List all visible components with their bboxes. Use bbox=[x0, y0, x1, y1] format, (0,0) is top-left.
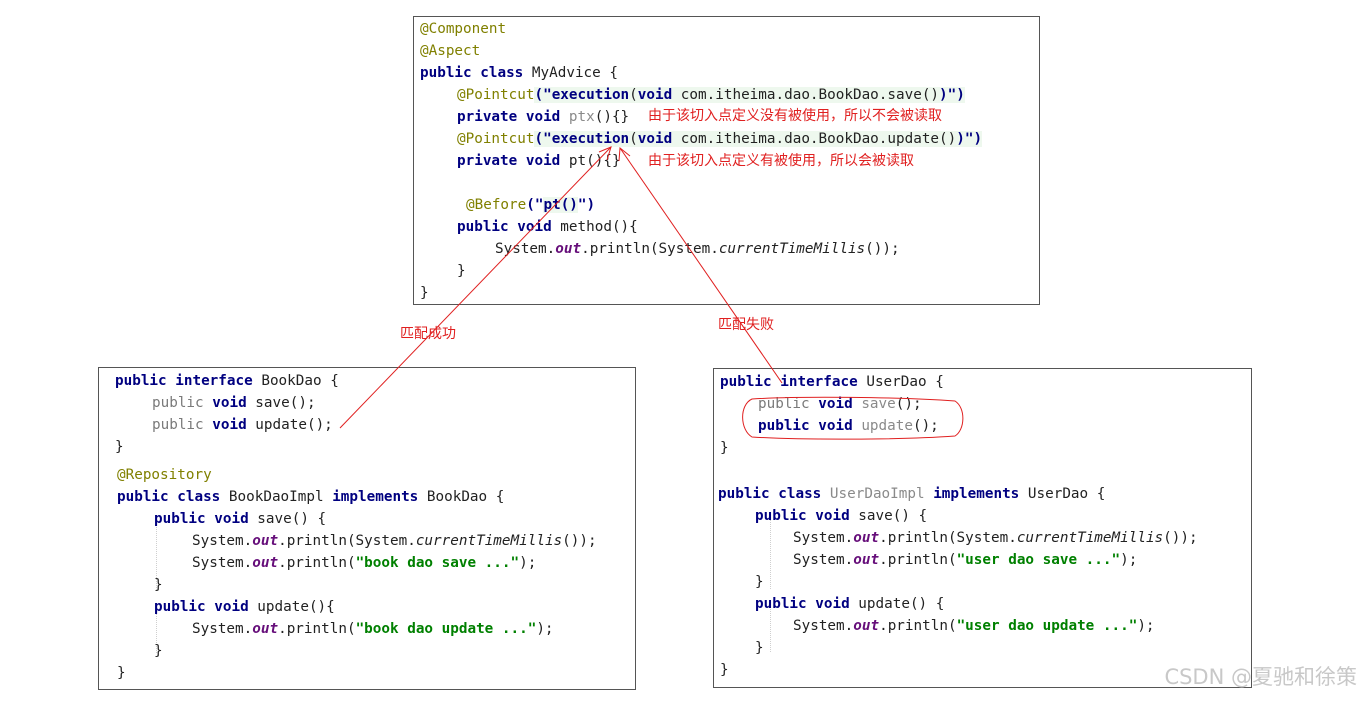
component-annotation: @Component bbox=[420, 21, 507, 37]
bookdao-code-box: public interface BookDao { public void s… bbox=[98, 367, 636, 690]
ptx-method: private void ptx(){} bbox=[457, 109, 630, 125]
method-close-brace: } bbox=[457, 263, 466, 279]
println-statement: System.out.println(System.currentTimeMil… bbox=[495, 241, 900, 257]
bookdao-interface-decl: public interface BookDao { bbox=[115, 373, 339, 389]
method-close-brace: } bbox=[154, 643, 163, 659]
match-fail-label: 匹配失败 bbox=[718, 317, 774, 333]
before-annotation: @Before("pt()") bbox=[466, 197, 596, 213]
pt-method: private void pt(){} bbox=[457, 153, 621, 169]
class-declaration: public class MyAdvice { bbox=[420, 65, 618, 81]
bookdao-update-decl: public void update(); bbox=[152, 417, 333, 433]
class-close-brace: } bbox=[720, 662, 729, 678]
csdn-watermark: CSDN @夏驰和徐策 bbox=[1164, 665, 1357, 689]
class-close-brace: } bbox=[117, 665, 126, 681]
println-statement: System.out.println(System.currentTimeMil… bbox=[192, 533, 597, 549]
bookdaoimpl-class-decl: public class BookDaoImpl implements Book… bbox=[117, 489, 505, 505]
method-close-brace: } bbox=[154, 577, 163, 593]
interface-close-brace: } bbox=[720, 440, 729, 456]
class-close-brace: } bbox=[420, 285, 429, 301]
method-close-brace: } bbox=[755, 574, 764, 590]
match-success-label: 匹配成功 bbox=[400, 326, 456, 342]
userdaoimpl-class-decl: public class UserDaoImpl implements User… bbox=[718, 486, 1106, 502]
method-close-brace: } bbox=[755, 640, 764, 656]
aspect-annotation: @Aspect bbox=[420, 43, 481, 59]
userdao-interface-decl: public interface UserDao { bbox=[720, 374, 944, 390]
impl-update-method: public void update() { bbox=[755, 596, 945, 612]
pointcut-save: @Pointcut("execution(void com.itheima.da… bbox=[457, 87, 965, 103]
advice-method: public void method(){ bbox=[457, 219, 638, 235]
bookdao-save-decl: public void save(); bbox=[152, 395, 316, 411]
userdao-save-decl: public void save(); bbox=[758, 396, 922, 412]
println-statement: System.out.println("user dao update ..."… bbox=[793, 618, 1155, 634]
impl-save-method: public void save() { bbox=[154, 511, 327, 527]
pt-used-note: 由于该切入点定义有被使用，所以会被读取 bbox=[648, 153, 914, 169]
ptx-unused-note: 由于该切入点定义没有被使用，所以不会被读取 bbox=[648, 108, 942, 124]
interface-close-brace: } bbox=[115, 439, 124, 455]
println-statement: System.out.println(System.currentTimeMil… bbox=[793, 530, 1198, 546]
println-statement: System.out.println("user dao save ..."); bbox=[793, 552, 1138, 568]
println-statement: System.out.println("book dao save ..."); bbox=[192, 555, 537, 571]
pointcut-update: @Pointcut("execution(void com.itheima.da… bbox=[457, 131, 983, 147]
impl-save-method: public void save() { bbox=[755, 508, 928, 524]
repository-annotation: @Repository bbox=[117, 467, 212, 483]
userdao-code-box: public interface UserDao { public void s… bbox=[713, 368, 1252, 688]
impl-update-method: public void update(){ bbox=[154, 599, 335, 615]
userdao-update-decl: public void update(); bbox=[758, 418, 939, 434]
println-statement: System.out.println("book dao update ..."… bbox=[192, 621, 554, 637]
